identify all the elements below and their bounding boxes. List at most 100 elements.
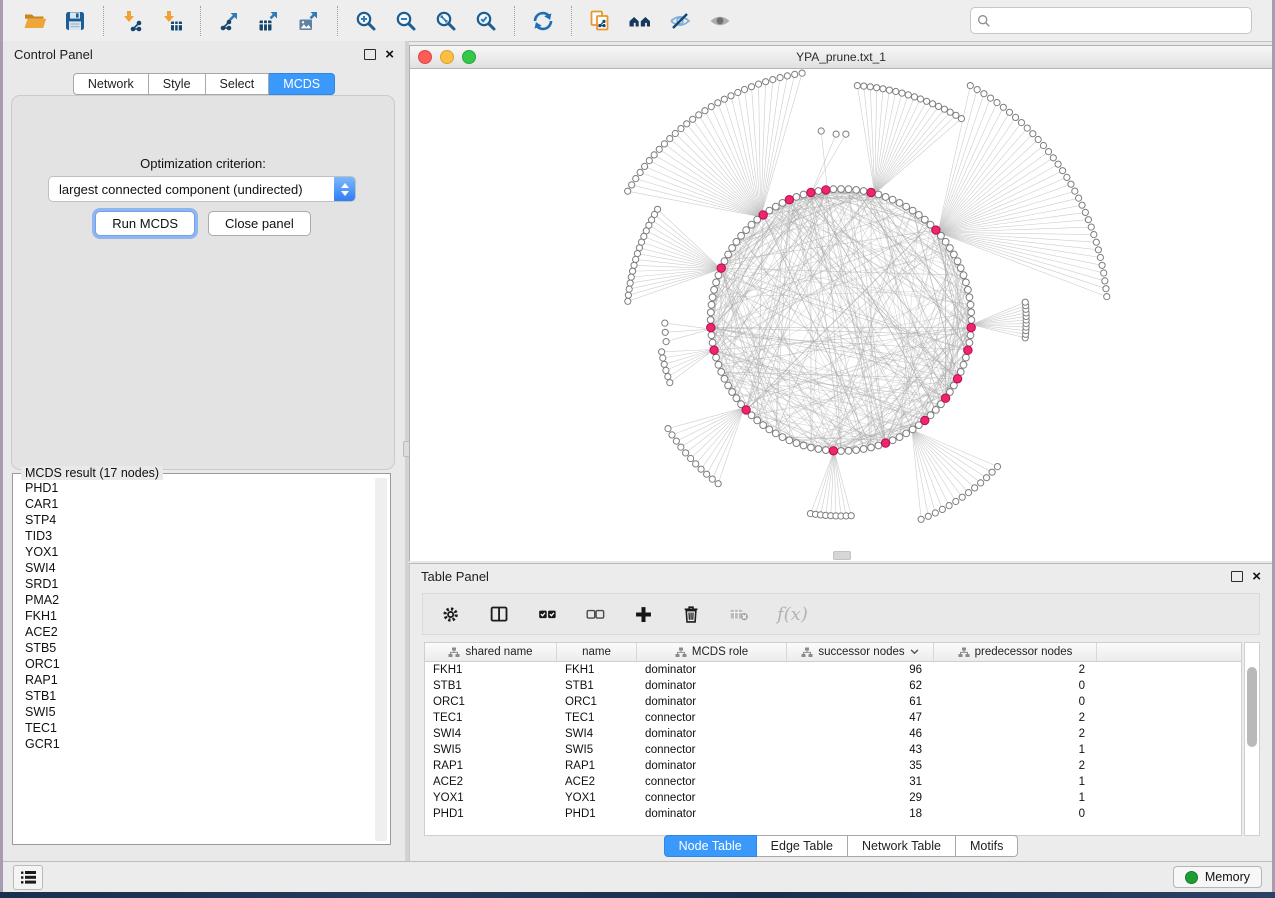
hide-selected-icon (668, 9, 692, 33)
tab-edge-table[interactable]: Edge Table (757, 835, 848, 857)
table-row[interactable]: ORC1ORC1dominator610 (425, 694, 1241, 710)
tab-node-table[interactable]: Node Table (664, 835, 757, 857)
memory-button[interactable]: Memory (1173, 866, 1262, 888)
export-image-button[interactable] (293, 5, 325, 37)
add-column-icon[interactable] (633, 604, 654, 625)
column-header[interactable]: shared name (425, 643, 557, 661)
table-cell: 46 (787, 726, 934, 742)
criterion-select[interactable]: largest connected component (undirected) (48, 176, 356, 202)
delete-table-icon[interactable] (729, 604, 750, 625)
search-input[interactable] (996, 13, 1245, 29)
close-panel-icon[interactable]: × (385, 50, 394, 60)
zoom-selected-button[interactable] (470, 5, 502, 37)
result-node[interactable]: SWI5 (25, 704, 372, 720)
task-history-button[interactable] (13, 865, 43, 890)
table-cell: SWI5 (425, 742, 557, 758)
result-node[interactable]: ORC1 (25, 656, 372, 672)
float-panel-icon[interactable] (364, 49, 376, 60)
table-row[interactable]: SWI4SWI4dominator462 (425, 726, 1241, 742)
tab-style[interactable]: Style (149, 73, 206, 95)
export-network-button[interactable] (213, 5, 245, 37)
column-header[interactable]: successor nodes (787, 643, 934, 661)
show-column-panel-icon[interactable] (489, 604, 510, 625)
select-all-icon[interactable] (537, 604, 558, 625)
table-cell: 62 (787, 678, 934, 694)
result-node[interactable]: RAP1 (25, 672, 372, 688)
result-node[interactable]: CAR1 (25, 496, 372, 512)
table-cell: 18 (787, 806, 934, 822)
table-row[interactable]: ACE2ACE2connector311 (425, 774, 1241, 790)
network-titlebar[interactable]: YPA_prune.txt_1 (410, 46, 1272, 69)
result-node[interactable]: ACE2 (25, 624, 372, 640)
export-table-button[interactable] (253, 5, 285, 37)
table-cell: 29 (787, 790, 934, 806)
tab-motifs[interactable]: Motifs (956, 835, 1018, 857)
copy-style-button[interactable] (584, 5, 616, 37)
mcds-result-title: MCDS result (17 nodes) (21, 466, 163, 480)
result-node[interactable]: GCR1 (25, 736, 372, 752)
result-node[interactable]: TID3 (25, 528, 372, 544)
toolbar-separator (514, 6, 515, 36)
table-row[interactable]: SWI5SWI5connector431 (425, 742, 1241, 758)
table-row[interactable]: RAP1RAP1dominator352 (425, 758, 1241, 774)
search-box[interactable] (970, 7, 1252, 34)
table-row[interactable]: FKH1FKH1dominator962 (425, 662, 1241, 678)
network-splitter-grip[interactable] (833, 551, 851, 560)
close-panel-button[interactable]: Close panel (208, 211, 311, 236)
refresh-button[interactable] (527, 5, 559, 37)
save-session-button[interactable] (59, 5, 91, 37)
result-node[interactable]: PMA2 (25, 592, 372, 608)
table-cell: ORC1 (425, 694, 557, 710)
result-node[interactable]: SWI4 (25, 560, 372, 576)
import-network-button[interactable] (116, 5, 148, 37)
show-all-button[interactable] (704, 5, 736, 37)
table-cell: 2 (934, 662, 1097, 678)
result-node[interactable]: PHD1 (25, 480, 372, 496)
column-type-icon (801, 647, 813, 658)
sort-chevron-icon[interactable] (910, 649, 919, 655)
node-table[interactable]: shared namenameMCDS rolesuccessor nodesp… (424, 642, 1242, 836)
result-node[interactable]: FKH1 (25, 608, 372, 624)
float-table-panel-icon[interactable] (1231, 571, 1243, 582)
function-builder-icon[interactable]: f(x) (777, 604, 808, 625)
run-mcds-button[interactable]: Run MCDS (95, 211, 195, 236)
result-node[interactable]: SRD1 (25, 576, 372, 592)
zoom-fit-button[interactable] (430, 5, 462, 37)
result-node[interactable]: YOX1 (25, 544, 372, 560)
import-table-button[interactable] (156, 5, 188, 37)
zoom-out-icon (394, 9, 418, 33)
table-cell: dominator (637, 694, 787, 710)
close-table-panel-icon[interactable]: × (1252, 572, 1261, 582)
table-settings-gear-icon[interactable] (441, 604, 462, 625)
tab-mcds[interactable]: MCDS (269, 73, 335, 95)
result-node[interactable]: STB1 (25, 688, 372, 704)
result-node[interactable]: STP4 (25, 512, 372, 528)
zoom-fit-icon (434, 9, 458, 33)
zoom-out-button[interactable] (390, 5, 422, 37)
network-canvas[interactable] (410, 68, 1272, 560)
hide-selected-button[interactable] (664, 5, 696, 37)
table-row[interactable]: TEC1TEC1connector472 (425, 710, 1241, 726)
column-type-icon (675, 647, 687, 658)
table-row[interactable]: PHD1PHD1dominator180 (425, 806, 1241, 822)
network-window: YPA_prune.txt_1 (409, 45, 1272, 561)
table-cell: 96 (787, 662, 934, 678)
tab-network-table[interactable]: Network Table (848, 835, 956, 857)
zoom-in-button[interactable] (350, 5, 382, 37)
result-scrollbar[interactable] (375, 478, 387, 841)
table-row[interactable]: YOX1YOX1connector291 (425, 790, 1241, 806)
table-scrollbar[interactable] (1244, 642, 1260, 836)
table-row[interactable]: STB1STB1dominator620 (425, 678, 1241, 694)
delete-column-icon[interactable] (681, 604, 702, 625)
table-scrollbar-thumb[interactable] (1247, 667, 1257, 747)
result-node[interactable]: TEC1 (25, 720, 372, 736)
open-file-button[interactable] (19, 5, 51, 37)
tab-select[interactable]: Select (206, 73, 270, 95)
result-node[interactable]: STB5 (25, 640, 372, 656)
column-header[interactable]: MCDS role (637, 643, 787, 661)
column-header[interactable]: name (557, 643, 637, 661)
deselect-all-icon[interactable] (585, 604, 606, 625)
first-neighbors-button[interactable] (624, 5, 656, 37)
tab-network[interactable]: Network (73, 73, 149, 95)
column-header[interactable]: predecessor nodes (934, 643, 1097, 661)
